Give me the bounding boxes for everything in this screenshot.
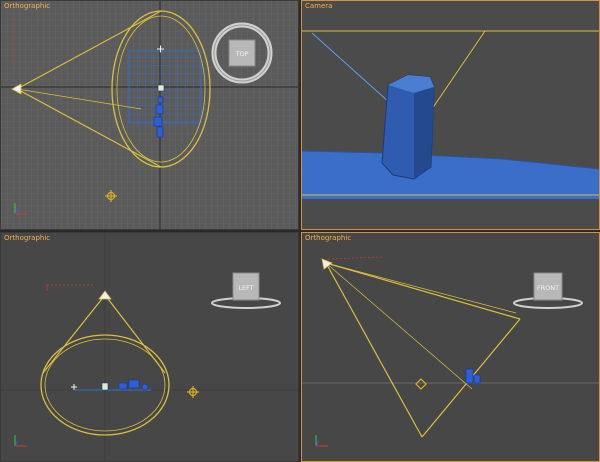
viewport-label-front[interactable]: Orthographic (305, 234, 351, 242)
grid-object (128, 50, 202, 124)
camera-icon (98, 290, 112, 300)
viewport-label-left[interactable]: Orthographic (4, 234, 50, 242)
light-target-icon (187, 386, 199, 398)
viewport-label-top[interactable]: Orthographic (4, 2, 50, 10)
axis-tripod-icon (14, 435, 27, 447)
axis-tripod-icon (315, 435, 328, 447)
viewport-left[interactable]: Orthographic LEFT (0, 232, 299, 462)
camera-cone-line-1 (325, 262, 423, 438)
camera-cone-line-left (42, 294, 106, 374)
viewcube-top-label: TOP (234, 50, 248, 58)
cylinder-object (381, 74, 435, 180)
viewport-top-canvas: TOP (1, 1, 298, 229)
frustum-line-diag (431, 30, 486, 110)
viewport-label-camera[interactable]: Camera (305, 2, 332, 10)
frustum-line-blue (311, 32, 391, 104)
viewcube-front-label: FRONT (537, 284, 559, 292)
viewport-front-canvas: FRONT (302, 256, 599, 447)
light-target-icon (415, 378, 427, 390)
viewcube-left-label: LEFT (238, 284, 253, 292)
ground-plane (302, 151, 599, 199)
pivot-cross-icon (71, 384, 77, 390)
camera-icon (321, 258, 333, 270)
viewport-top[interactable]: Orthographic TOP (0, 0, 299, 230)
viewport-left-canvas: LEFT (1, 233, 298, 461)
camera-cone-line-right (104, 294, 166, 374)
dashed-guide (327, 256, 383, 260)
blue-figure (101, 379, 149, 391)
camera-cone-line-2 (325, 262, 521, 320)
viewport-camera-canvas (302, 30, 599, 199)
blue-figure (465, 368, 481, 384)
viewport-camera[interactable]: Camera (301, 0, 600, 230)
viewport-front[interactable]: Orthographic FRONT (301, 232, 600, 462)
